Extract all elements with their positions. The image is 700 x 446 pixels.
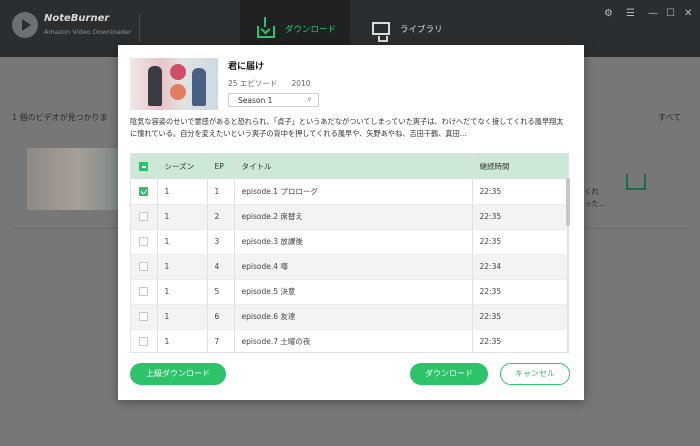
season-select[interactable]: Season 1 ∨ <box>228 93 319 107</box>
column-ep: EP <box>207 154 235 179</box>
show-meta: 25 エピソード 2010 <box>228 78 311 89</box>
maximize-icon[interactable]: ☐ <box>666 8 675 19</box>
season-cell: 1 <box>157 329 208 352</box>
menu-icon[interactable]: ☰ <box>626 8 635 19</box>
table-row[interactable]: 1 7 episode.7 土曜の夜 22:35 <box>131 329 568 352</box>
season-cell: 1 <box>157 179 208 205</box>
season-cell: 1 <box>157 204 208 230</box>
duration-cell: 22:34 <box>472 254 568 280</box>
table-row[interactable]: 1 3 episode.3 放課後 22:35 <box>131 229 568 255</box>
show-title: 君に届け <box>228 62 265 72</box>
table-row[interactable]: 1 1 episode.1 プロローグ 22:35 <box>131 179 568 205</box>
duration-cell: 22:35 <box>472 279 568 305</box>
videos-found-text: 1 個のビデオが見つかりま <box>12 113 108 122</box>
duration-cell: 22:35 <box>472 304 568 330</box>
cancel-button[interactable]: キャンセル <box>500 363 570 385</box>
column-duration: 継続時間 <box>472 154 568 179</box>
ep-cell: 2 <box>207 204 235 230</box>
minimize-icon[interactable]: — <box>648 8 658 19</box>
video-thumbnail <box>27 148 119 210</box>
divider <box>139 14 140 42</box>
title-cell: episode.3 放課後 <box>234 229 473 255</box>
title-cell: episode.2 席替え <box>234 204 473 230</box>
title-cell: episode.7 土曜の夜 <box>234 329 473 352</box>
column-season: シーズン <box>157 154 208 179</box>
download-button[interactable]: ダウンロード <box>410 363 488 385</box>
ep-cell: 7 <box>207 329 235 352</box>
episode-checkbox[interactable] <box>139 262 148 272</box>
checkbox-cell <box>131 254 158 280</box>
episode-checkbox[interactable] <box>139 187 148 196</box>
tab-download-label: ダウンロード <box>285 24 337 35</box>
title-cell: episode.6 友達 <box>234 304 473 330</box>
ep-cell: 3 <box>207 229 235 255</box>
title-cell: episode.4 噂 <box>234 254 473 280</box>
season-cell: 1 <box>157 254 208 280</box>
show-poster <box>130 58 218 110</box>
chevron-down-icon: ∨ <box>306 95 312 103</box>
season-select-value: Season 1 <box>238 96 273 105</box>
close-icon[interactable]: ✕ <box>684 8 692 19</box>
table-scrollbar[interactable] <box>566 178 570 226</box>
table-row[interactable]: 1 6 episode.6 友達 22:35 <box>131 304 568 330</box>
column-title: タイトル <box>234 154 473 179</box>
duration-cell: 22:35 <box>472 179 568 205</box>
ep-cell: 1 <box>207 179 235 205</box>
monitor-icon <box>372 22 390 42</box>
table-row[interactable]: 1 5 episode.5 決意 22:35 <box>131 279 568 305</box>
snippet-line: った... <box>584 199 607 208</box>
select-all-checkbox[interactable] <box>139 162 148 172</box>
ep-cell: 5 <box>207 279 235 305</box>
checkbox-cell <box>131 204 158 230</box>
episode-checkbox[interactable] <box>139 337 148 347</box>
download-icon[interactable] <box>626 174 646 190</box>
tab-library-label: ライブラリ <box>400 24 443 35</box>
filter-all-dropdown[interactable]: すべて <box>658 112 681 123</box>
episode-select-dialog: 君に届け 25 エピソード 2010 Season 1 ∨ 陰気な容姿のせいで霊感… <box>118 45 584 400</box>
gear-icon[interactable]: ⚙ <box>604 8 613 19</box>
app-logo-icon <box>12 12 38 38</box>
checkbox-cell <box>131 329 158 352</box>
checkbox-cell <box>131 229 158 255</box>
ep-cell: 6 <box>207 304 235 330</box>
episode-table: シーズン EP タイトル 継続時間 1 1 episode.1 プロローグ 22:35… <box>130 153 569 353</box>
season-cell: 1 <box>157 304 208 330</box>
episode-checkbox[interactable] <box>139 212 148 222</box>
app-subtitle: Amazon Video Downloader <box>44 28 132 36</box>
duration-cell: 22:35 <box>472 229 568 255</box>
checkbox-cell <box>131 304 158 330</box>
duration-cell: 22:35 <box>472 204 568 230</box>
episode-count: 25 エピソード <box>228 79 278 88</box>
checkbox-cell <box>131 179 158 205</box>
select-all-cell <box>131 154 158 179</box>
episode-checkbox[interactable] <box>139 312 148 322</box>
season-cell: 1 <box>157 229 208 255</box>
download-icon <box>257 16 275 38</box>
table-header-row: シーズン EP タイトル 継続時間 <box>131 154 568 179</box>
title-cell: episode.5 決意 <box>234 279 473 305</box>
episode-checkbox[interactable] <box>139 287 148 297</box>
app-name: NoteBurner <box>44 13 110 24</box>
table-row[interactable]: 1 2 episode.2 席替え 22:35 <box>131 204 568 230</box>
checkbox-cell <box>131 279 158 305</box>
ep-cell: 4 <box>207 254 235 280</box>
snippet-line: くれ <box>584 187 599 196</box>
duration-cell: 22:35 <box>472 329 568 352</box>
table-row[interactable]: 1 4 episode.4 噂 22:34 <box>131 254 568 280</box>
episode-checkbox[interactable] <box>139 237 148 247</box>
season-cell: 1 <box>157 279 208 305</box>
release-year: 2010 <box>291 79 311 88</box>
video-desc-snippet: くれ った... <box>584 186 606 210</box>
advanced-download-button[interactable]: 上級ダウンロード <box>130 363 226 385</box>
show-description: 陰気な容姿のせいで霊感があると恐れられ、「貞子」というあだながついてしまっていた… <box>130 117 564 138</box>
title-cell: episode.1 プロローグ <box>234 179 473 205</box>
